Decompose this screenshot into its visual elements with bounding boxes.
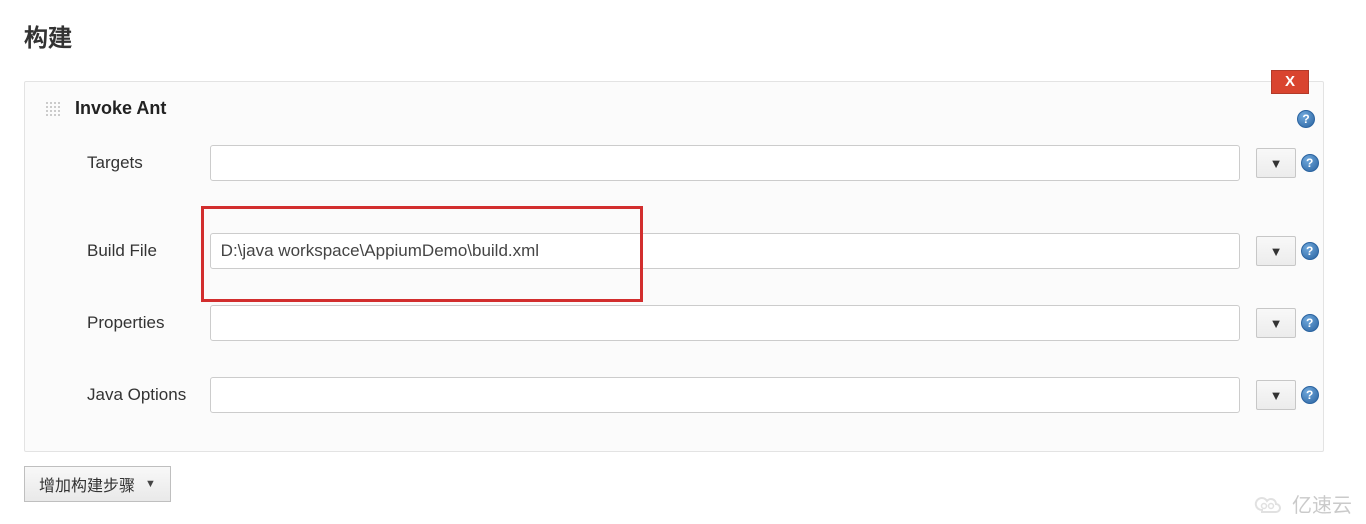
delete-step-button[interactable]: X [1271, 70, 1309, 94]
help-icon[interactable]: ? [1297, 110, 1315, 128]
cloud-icon [1252, 492, 1286, 516]
watermark: 亿速云 [1252, 489, 1352, 518]
drag-handle-icon[interactable] [45, 101, 61, 117]
label-targets: Targets [25, 153, 210, 173]
expand-button-properties[interactable]: ▼ [1256, 308, 1297, 338]
java-options-input[interactable] [210, 377, 1240, 413]
label-properties: Properties [25, 313, 210, 333]
label-build-file: Build File [25, 241, 210, 261]
form-rows: Targets ▼ ? Build File ▼ ? Properties ▼ … [25, 119, 1323, 421]
caret-down-icon: ▼ [145, 478, 156, 490]
add-build-step-button[interactable]: 增加构建步骤 ▼ [24, 466, 171, 502]
expand-button-java-options[interactable]: ▼ [1256, 380, 1297, 410]
step-title: Invoke Ant [75, 98, 166, 119]
help-icon[interactable]: ? [1301, 386, 1319, 404]
expand-button-targets[interactable]: ▼ [1256, 148, 1297, 178]
targets-input[interactable] [210, 145, 1240, 181]
label-java-options: Java Options [25, 385, 210, 405]
help-icon[interactable]: ? [1301, 242, 1319, 260]
build-file-input[interactable] [210, 233, 1240, 269]
help-icon[interactable]: ? [1301, 314, 1319, 332]
row-properties: Properties ▼ ? [25, 297, 1323, 349]
add-build-step-label: 增加构建步骤 [39, 472, 135, 496]
build-step-section: X ? Invoke Ant Targets ▼ ? Build File ▼ … [24, 81, 1324, 452]
page-title: 构建 [0, 0, 1366, 53]
properties-input[interactable] [210, 305, 1240, 341]
row-java-options: Java Options ▼ ? [25, 369, 1323, 421]
help-icon[interactable]: ? [1301, 154, 1319, 172]
row-build-file: Build File ▼ ? [25, 225, 1323, 277]
step-header: Invoke Ant [25, 82, 1323, 119]
watermark-text: 亿速云 [1292, 489, 1352, 518]
expand-button-build-file[interactable]: ▼ [1256, 236, 1297, 266]
row-targets: Targets ▼ ? [25, 137, 1323, 189]
